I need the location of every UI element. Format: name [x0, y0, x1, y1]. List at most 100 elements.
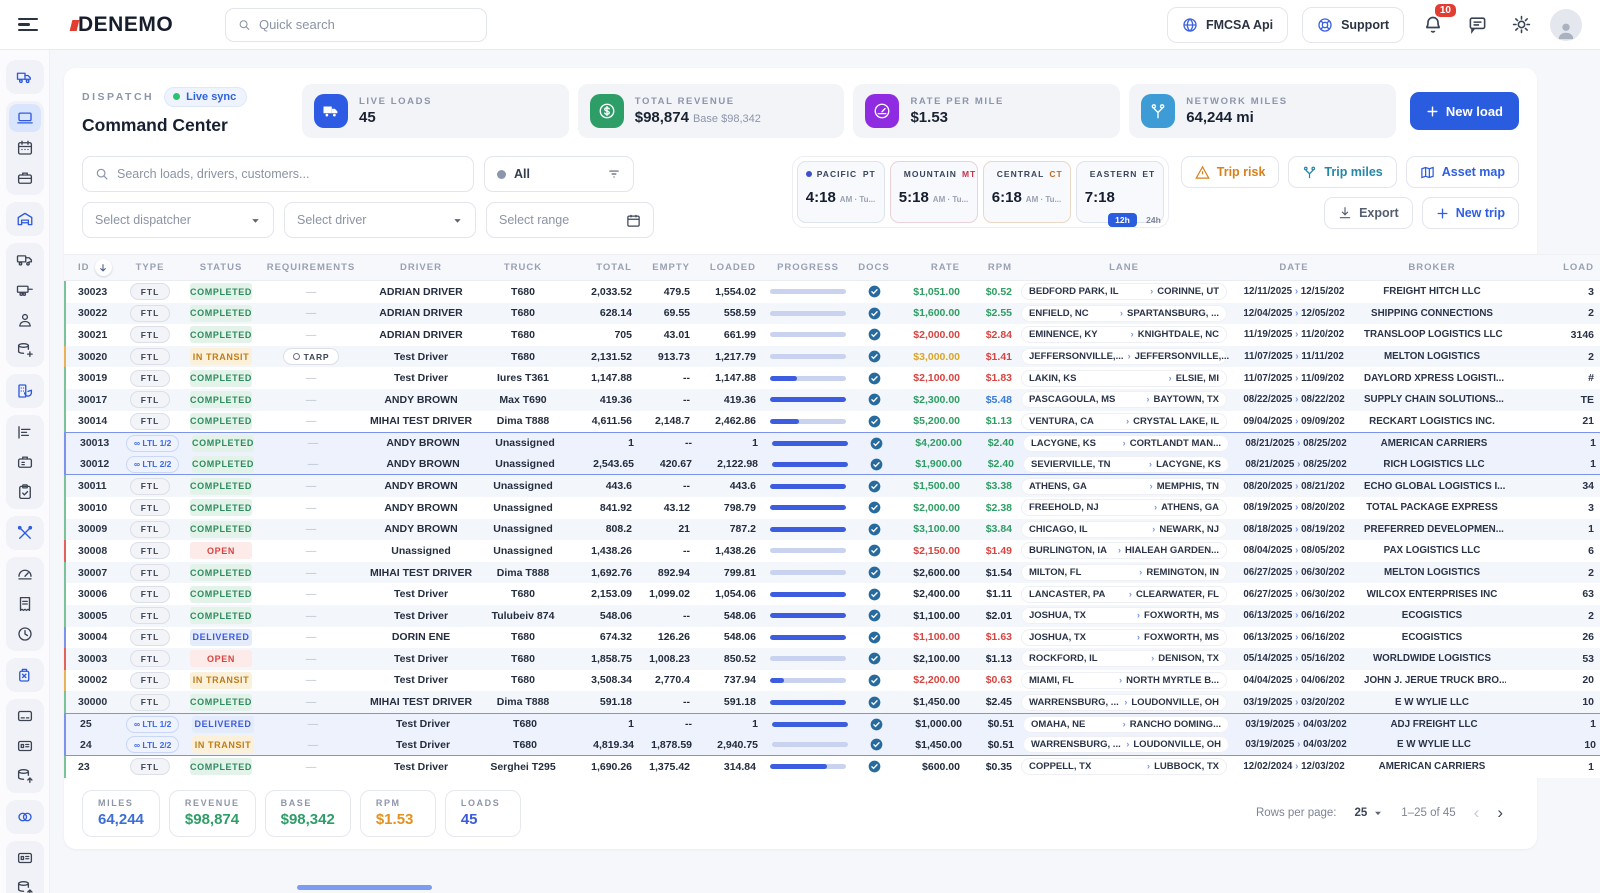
column-header-loaded[interactable]: LOADED	[696, 262, 762, 273]
load-row-30012[interactable]: 30012∞ LTL 2/2COMPLETED—ANDY BROWNUnassi…	[64, 454, 1600, 476]
trip-risk-button[interactable]: Trip risk	[1181, 156, 1280, 188]
column-header-date[interactable]: DATE	[1230, 262, 1358, 273]
new-trip-button[interactable]: New trip	[1422, 197, 1519, 229]
column-header-broker[interactable]: BROKER	[1358, 262, 1506, 273]
column-header-load[interactable]: LOAD	[1506, 262, 1600, 273]
clock-central[interactable]: CENTRALCT6:18AM · Tu...	[983, 161, 1071, 223]
asset-map-button[interactable]: Asset map	[1406, 156, 1519, 188]
messages-button[interactable]	[1462, 10, 1492, 40]
menu-icon[interactable]	[18, 18, 38, 32]
fmcsa-api-button[interactable]: FMCSA Api	[1167, 7, 1288, 43]
sidebar-item-database-up-icon[interactable]	[9, 762, 41, 790]
support-button[interactable]: Support	[1302, 7, 1404, 43]
column-header-driver[interactable]: DRIVER	[362, 262, 480, 273]
load-row-30008[interactable]: 30008FTLOPEN—UnassignedUnassigned1,438.2…	[64, 540, 1600, 562]
column-header-rpm[interactable]: RPM	[966, 262, 1018, 273]
toggle-24h[interactable]: 24h	[1146, 215, 1161, 225]
load-row-30013[interactable]: 30013∞ LTL 1/2COMPLETED—ANDY BROWNUnassi…	[64, 432, 1600, 454]
sidebar-item-company-shield-icon[interactable]	[9, 377, 41, 405]
load-row-23[interactable]: 23FTLCOMPLETED—Test DriverSerghei T2951,…	[64, 756, 1600, 778]
theme-toggle-button[interactable]	[1506, 10, 1536, 40]
sidebar-item-trailer-icon[interactable]	[9, 276, 41, 304]
loads-search-input[interactable]: Search loads, drivers, customers...	[82, 156, 474, 192]
date-range-select[interactable]: Select range	[486, 202, 654, 238]
sidebar-item-truck-icon[interactable]	[9, 63, 41, 91]
status-badge: OPEN	[190, 542, 252, 559]
sidebar-item-clock-icon[interactable]	[9, 620, 41, 648]
column-header-status[interactable]: STATUS	[182, 262, 260, 273]
sidebar-item-briefcase-icon[interactable]	[9, 164, 41, 192]
cell-truck: T680	[480, 329, 566, 341]
column-header-id[interactable]: ID	[64, 259, 118, 276]
load-row-30003[interactable]: 30003FTLOPEN—Test DriverT6801,858.751,00…	[64, 648, 1600, 670]
load-row-30010[interactable]: 30010FTLCOMPLETED—ANDY BROWNUnassigned84…	[64, 497, 1600, 519]
column-header-lane[interactable]: LANE	[1018, 262, 1230, 273]
load-row-25[interactable]: 25∞ LTL 1/2DELIVERED—Test DriverT6801--1…	[64, 713, 1600, 735]
load-row-30006[interactable]: 30006FTLCOMPLETED—Test DriverT6802,153.0…	[64, 583, 1600, 605]
load-row-30021[interactable]: 30021FTLCOMPLETED—ADRIAN DRIVERT68070543…	[64, 324, 1600, 346]
dispatcher-select[interactable]: Select dispatcher	[82, 202, 274, 238]
sun-icon	[1512, 15, 1531, 34]
cell-empty-miles: 479.5	[638, 286, 696, 298]
new-load-button[interactable]: New load	[1410, 92, 1519, 130]
next-page-button[interactable]: ›	[1497, 803, 1503, 823]
load-row-30005[interactable]: 30005FTLCOMPLETED—Test DriverTulubeiv 87…	[64, 605, 1600, 627]
load-row-30017[interactable]: 30017FTLCOMPLETED—ANDY BROWNMax T690419.…	[64, 389, 1600, 411]
sidebar-item-case-icon[interactable]	[9, 448, 41, 476]
sidebar-item-calendar-icon[interactable]	[9, 134, 41, 162]
column-header-rate[interactable]: RATE	[894, 262, 966, 273]
sidebar-item-truck-trailer-icon[interactable]	[9, 246, 41, 274]
clock-pacific[interactable]: PACIFICPT4:18AM · Tu...	[797, 161, 885, 223]
column-header-empty[interactable]: EMPTY	[638, 262, 696, 273]
sidebar-item-gauge-icon[interactable]	[9, 560, 41, 588]
quick-search[interactable]	[225, 8, 487, 42]
sidebar-item-cards-icon[interactable]	[9, 702, 41, 730]
sidebar-item-rings-icon[interactable]	[9, 803, 41, 831]
sidebar-item-invoice-icon[interactable]	[9, 590, 41, 618]
avatar[interactable]	[1550, 9, 1582, 41]
column-header-docs[interactable]: DOCS	[854, 262, 894, 273]
scope-select[interactable]: All	[484, 156, 634, 192]
load-row-30020[interactable]: 30020FTLIN TRANSITTARPTest DriverT6802,1…	[64, 346, 1600, 368]
export-button[interactable]: Export	[1324, 197, 1413, 229]
load-row-30023[interactable]: 30023FTLCOMPLETED—ADRIAN DRIVERT6802,033…	[64, 281, 1600, 303]
load-row-30009[interactable]: 30009FTLCOMPLETED—ANDY BROWNUnassigned80…	[64, 519, 1600, 541]
sidebar-item-dashboard-icon[interactable]	[9, 104, 41, 132]
sidebar-item-fuel-icon[interactable]	[9, 661, 41, 689]
load-row-30004[interactable]: 30004FTLDELIVERED—DORIN ENET680674.32126…	[64, 627, 1600, 649]
prev-page-button[interactable]: ‹	[1474, 803, 1480, 823]
ftl-badge: FTL	[130, 521, 171, 538]
notifications-button[interactable]: 10	[1418, 10, 1448, 40]
load-row-30000[interactable]: 30000FTLCOMPLETED—MIHAI TEST DRIVERDima …	[64, 691, 1600, 713]
column-header-type[interactable]: TYPE	[118, 262, 182, 273]
load-row-30007[interactable]: 30007FTLCOMPLETED—MIHAI TEST DRIVERDima …	[64, 562, 1600, 584]
cell-rpm: $2.84	[966, 329, 1018, 341]
column-header-truck[interactable]: TRUCK	[480, 262, 566, 273]
page-size-select[interactable]: 25	[1355, 807, 1384, 819]
trip-miles-button[interactable]: Trip miles	[1288, 156, 1396, 188]
load-row-30002[interactable]: 30002FTLIN TRANSIT—Test DriverT6803,508.…	[64, 670, 1600, 692]
toggle-12h[interactable]: 12h	[1108, 213, 1137, 227]
sidebar-item-clipboard-check-icon[interactable]	[9, 478, 41, 506]
sidebar-item-warehouse-icon[interactable]	[9, 205, 41, 233]
sidebar-item-database-upload-icon[interactable]	[9, 874, 41, 893]
sidebar-item-payroll-icon[interactable]	[9, 732, 41, 760]
sidebar-item-tools-icon[interactable]	[9, 519, 41, 547]
load-row-24[interactable]: 24∞ LTL 2/2IN TRANSIT—Test DriverT6804,8…	[64, 734, 1600, 756]
load-row-30022[interactable]: 30022FTLCOMPLETED—ADRIAN DRIVERT680628.1…	[64, 303, 1600, 325]
driver-select[interactable]: Select driver	[284, 202, 476, 238]
load-row-30019[interactable]: 30019FTLCOMPLETED—Test DriverIures T3611…	[64, 367, 1600, 389]
quick-search-input[interactable]	[259, 17, 474, 32]
sidebar-item-database-add-icon[interactable]	[9, 336, 41, 364]
column-header-requirements[interactable]: REQUIREMENTS	[260, 262, 362, 273]
load-row-30011[interactable]: 30011FTLCOMPLETED—ANDY BROWNUnassigned44…	[64, 475, 1600, 497]
load-row-30014[interactable]: 30014FTLCOMPLETED—MIHAI TEST DRIVERDima …	[64, 411, 1600, 433]
column-header-progress[interactable]: PROGRESS	[762, 262, 854, 273]
clock-eastern[interactable]: EASTERNET7:1812h24h	[1076, 161, 1164, 223]
horizontal-scrollbar[interactable]	[297, 885, 432, 890]
clock-mountain[interactable]: MOUNTAINMT5:18AM · Tu...	[890, 161, 978, 223]
column-header-total[interactable]: TOTAL	[566, 262, 638, 273]
sidebar-item-driver-icon[interactable]	[9, 306, 41, 334]
sidebar-item-payment-icon[interactable]	[9, 844, 41, 872]
sidebar-item-rank-chart-icon[interactable]	[9, 418, 41, 446]
